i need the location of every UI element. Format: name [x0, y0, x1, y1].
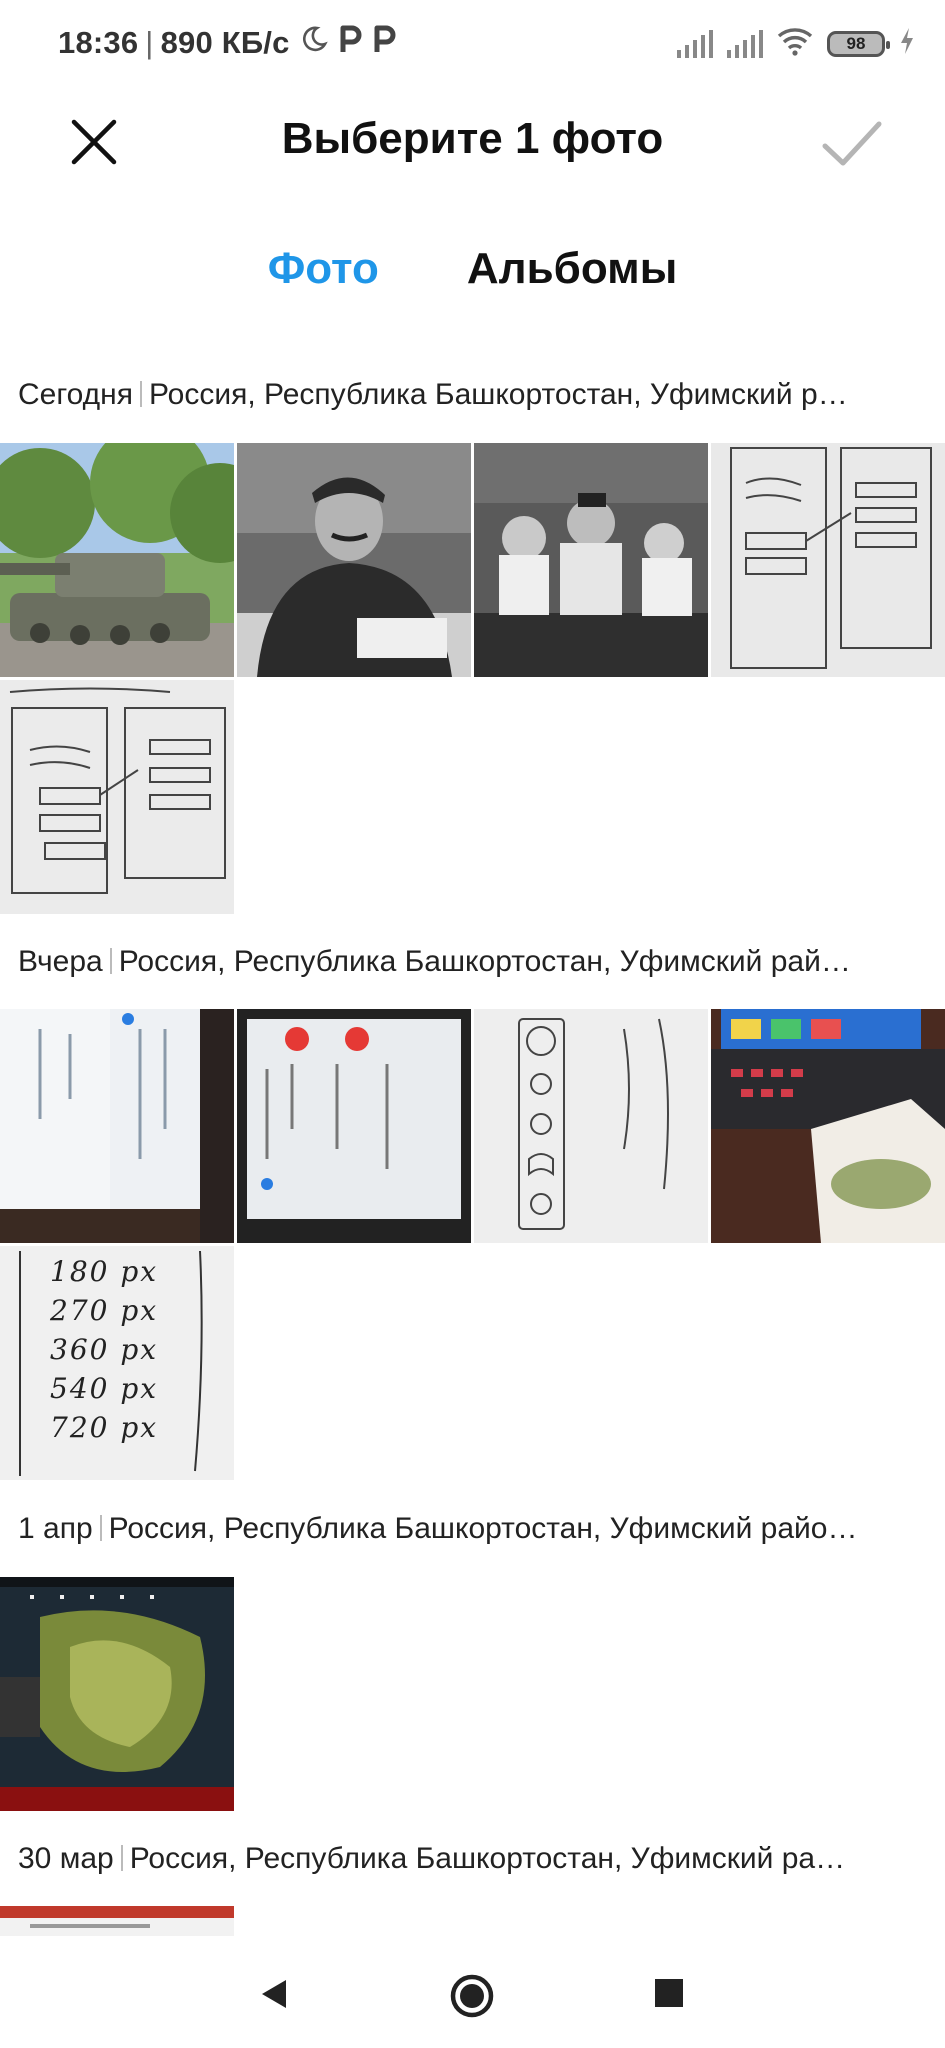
- photo-thumbnail[interactable]: [474, 1009, 708, 1243]
- photo-thumbnail[interactable]: [237, 443, 471, 677]
- moon-icon: [300, 25, 328, 61]
- photo-thumbnail[interactable]: [0, 1009, 234, 1243]
- tab-albums[interactable]: Альбомы: [467, 244, 677, 318]
- photo-thumbnail[interactable]: [711, 443, 945, 677]
- section-header-today: Сегодня Россия, Республика Башкортостан, …: [18, 378, 938, 412]
- system-navigation-bar: [0, 1938, 945, 2048]
- confirm-button[interactable]: [819, 110, 885, 176]
- section-divider: [120, 1845, 123, 1871]
- section-divider: [109, 948, 112, 974]
- handwritten-prices: 180 рх 270 рх 360 рх 540 рх 720 рх: [50, 1252, 158, 1447]
- check-icon: [822, 121, 882, 166]
- section-header-apr-1: 1 апр Россия, Республика Башкортостан, Уф…: [18, 1512, 938, 1546]
- recents-button[interactable]: [652, 1976, 686, 2010]
- battery-level: 98: [846, 33, 866, 53]
- section-date: Вчера: [18, 945, 103, 978]
- p-notification-icon-2: [372, 24, 396, 62]
- section-date: Сегодня: [18, 378, 133, 411]
- home-button[interactable]: [448, 1972, 496, 2020]
- status-left: 18:36 | 890 КБ/с: [58, 24, 396, 62]
- status-bar: 18:36 | 890 КБ/с 98: [0, 0, 945, 86]
- signal-icon-2: [727, 29, 763, 58]
- status-separator: |: [145, 25, 154, 60]
- section-header-yesterday: Вчера Россия, Республика Башкортостан, Уф…: [18, 945, 938, 979]
- section-location: Россия, Республика Башкортостан, Уфимски…: [118, 945, 851, 978]
- p-notification-icon: [338, 24, 362, 62]
- signal-icon: [677, 29, 713, 58]
- wifi-icon: [777, 26, 813, 61]
- status-network-speed: 890 КБ/с: [160, 25, 290, 60]
- tab-bar: Фото Альбомы: [0, 244, 945, 318]
- page-title: Выберите 1 фото: [281, 114, 664, 163]
- handwritten-price-line: 540 рх: [50, 1372, 159, 1405]
- charging-icon: [899, 27, 915, 60]
- back-button[interactable]: [256, 1976, 292, 2012]
- photo-thumbnail[interactable]: [711, 1009, 945, 1243]
- status-right: 98: [677, 26, 915, 61]
- section-header-mar-30: 30 мар Россия, Республика Башкортостан, У…: [18, 1842, 938, 1876]
- photo-thumbnail[interactable]: [0, 680, 234, 914]
- status-time: 18:36: [58, 25, 139, 60]
- battery-icon: 98: [827, 30, 890, 57]
- back-triangle-icon: [262, 1980, 286, 2008]
- handwritten-price-line: 720 рх: [50, 1411, 159, 1444]
- section-divider: [139, 381, 142, 407]
- photo-thumbnail[interactable]: [0, 1906, 234, 1936]
- handwritten-price-line: 180 рх: [50, 1255, 159, 1288]
- section-location: Россия, Республика Башкортостан, Уфимски…: [129, 1842, 846, 1875]
- tab-photos[interactable]: Фото: [268, 244, 379, 318]
- section-divider: [99, 1515, 102, 1541]
- handwritten-price-line: 360 рх: [50, 1333, 159, 1366]
- photo-thumbnail[interactable]: [474, 443, 708, 677]
- photo-thumbnail[interactable]: [0, 443, 234, 677]
- section-location: Россия, Республика Башкортостан, Уфимски…: [148, 378, 848, 411]
- top-app-bar: Выберите 1 фото: [0, 86, 945, 198]
- photo-thumbnail[interactable]: [237, 1009, 471, 1243]
- section-location: Россия, Республика Башкортостан, Уфимски…: [108, 1512, 858, 1545]
- photo-thumbnail[interactable]: 180 рх 270 рх 360 рх 540 рх 720 рх: [0, 1246, 234, 1480]
- photo-thumbnail[interactable]: [0, 1577, 234, 1811]
- handwritten-price-line: 270 рх: [50, 1294, 159, 1327]
- section-date: 30 мар: [18, 1842, 114, 1875]
- home-circle-icon: [450, 1974, 494, 2018]
- section-date: 1 апр: [18, 1512, 93, 1545]
- recents-square-icon: [655, 1979, 683, 2007]
